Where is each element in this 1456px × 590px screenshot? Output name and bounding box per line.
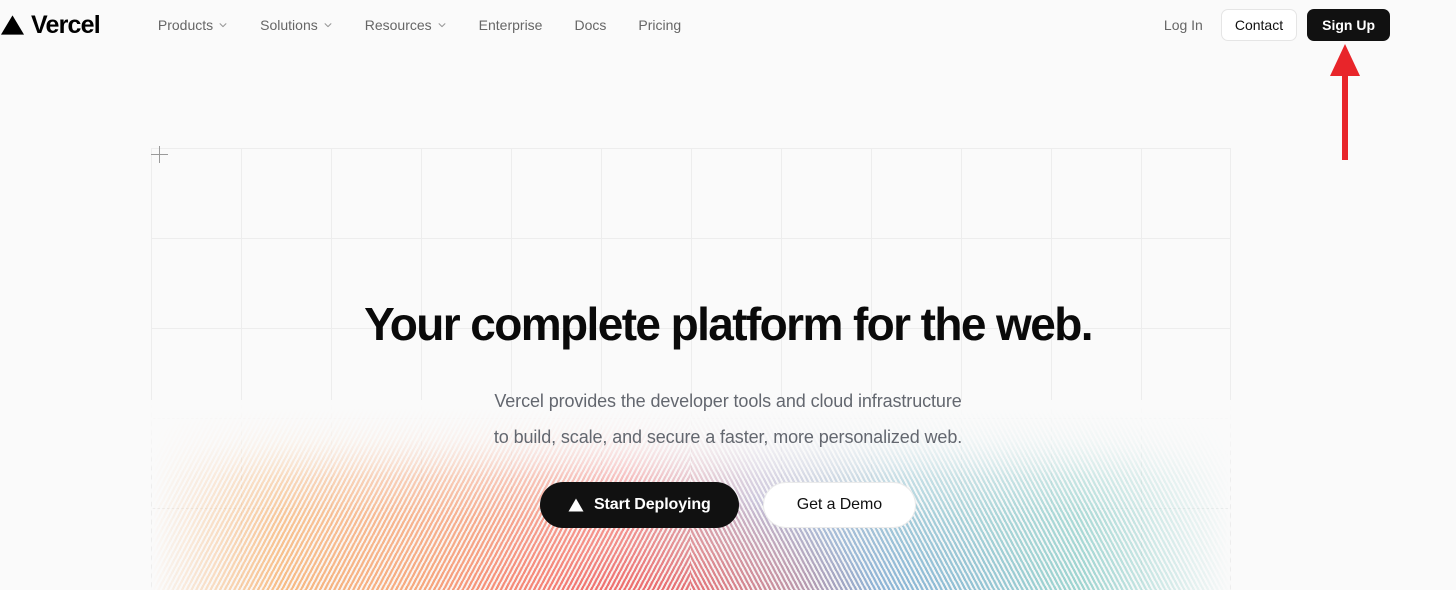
- login-link[interactable]: Log In: [1156, 11, 1211, 39]
- nav-item-label: Solutions: [260, 17, 318, 33]
- vercel-logo[interactable]: Vercel: [0, 0, 101, 50]
- main-navigation: Products Solutions Resources Enterprise …: [142, 0, 697, 50]
- nav-item-resources[interactable]: Resources: [349, 0, 463, 50]
- nav-item-label: Products: [157, 17, 214, 33]
- page-title: Your complete platform for the web.: [364, 298, 1093, 350]
- start-deploying-button[interactable]: Start Deploying: [539, 482, 739, 528]
- hero-subtitle-line-2: to build, scale, and secure a faster, mo…: [493, 427, 963, 447]
- vercel-wordmark: Vercel: [31, 10, 101, 39]
- chevron-down-icon: [438, 23, 446, 28]
- nav-item-docs[interactable]: Docs: [558, 0, 622, 50]
- nav-item-enterprise[interactable]: Enterprise: [463, 0, 559, 50]
- site-header: Vercel Products Solutions Resources Ente…: [0, 0, 1456, 50]
- contact-button[interactable]: Contact: [1220, 9, 1298, 41]
- nav-item-label: Docs: [574, 17, 607, 33]
- grid-top-rule: [151, 148, 1231, 149]
- vercel-triangle-icon: [568, 498, 584, 512]
- vercel-triangle-icon: [0, 15, 25, 35]
- nav-item-label: Enterprise: [478, 17, 543, 33]
- header-actions: Log In Contact Sign Up: [1156, 9, 1456, 41]
- nav-item-pricing[interactable]: Pricing: [622, 0, 697, 50]
- nav-item-products[interactable]: Products: [142, 0, 244, 50]
- nav-item-label: Resources: [364, 17, 432, 33]
- chevron-down-icon: [324, 23, 332, 28]
- hero-subtitle-line-1: Vercel provides the developer tools and …: [494, 391, 962, 411]
- start-deploying-label: Start Deploying: [593, 496, 711, 513]
- hero-cta-row: Start Deploying Get a Demo: [0, 482, 1456, 528]
- get-a-demo-button[interactable]: Get a Demo: [762, 482, 916, 528]
- hero-subtitle: Vercel provides the developer tools and …: [0, 383, 1456, 455]
- annotation-arrow-to-signup: [1330, 44, 1360, 160]
- chevron-down-icon: [219, 23, 227, 28]
- nav-item-solutions[interactable]: Solutions: [244, 0, 349, 50]
- signup-button[interactable]: Sign Up: [1307, 9, 1390, 41]
- nav-item-label: Pricing: [638, 17, 682, 33]
